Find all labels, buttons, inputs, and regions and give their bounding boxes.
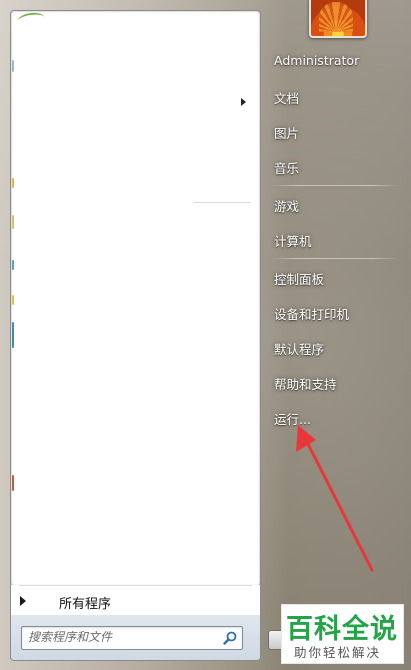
watermark-logo: 百科全说 助你轻松解决 [281,604,404,664]
menu-item-help-support[interactable]: 帮助和支持 [274,374,337,393]
menu-item-run[interactable]: 运行... [274,409,311,428]
user-name-item[interactable]: Administrator [274,53,359,68]
submenu-arrow-icon[interactable] [241,98,246,106]
menu-item-control-panel[interactable]: 控制面板 [274,269,324,288]
all-programs-arrow-icon [20,596,26,606]
search-box[interactable] [21,626,243,650]
program-icon-edge [12,215,14,229]
all-programs-row[interactable]: 所有程序 [10,585,261,615]
right-menu-separator [270,258,398,259]
menu-item-pictures[interactable]: 图片 [274,123,299,142]
all-programs-separator [19,585,252,586]
watermark-title: 百科全说 [286,614,398,645]
program-icon-edge [12,295,14,305]
flower-image [319,2,353,32]
menu-item-computer[interactable]: 计算机 [274,231,312,250]
watermark-subtitle: 助你轻松解决 [294,645,382,660]
program-icon-edge [12,322,14,348]
right-menu-separator [270,185,398,186]
menu-item-default-programs[interactable]: 默认程序 [274,339,324,358]
user-picture[interactable] [309,0,367,38]
program-icon-edge [12,178,14,188]
program-icon-edge [12,260,14,270]
search-input[interactable] [28,629,214,645]
menu-item-documents[interactable]: 文档 [274,88,299,107]
program-list-separator [193,202,251,203]
program-list-panel[interactable] [10,10,261,587]
program-icon-edge [12,475,14,491]
menu-item-devices-printers[interactable]: 设备和打印机 [274,304,349,323]
menu-item-music[interactable]: 音乐 [274,158,299,177]
all-programs-label: 所有程序 [59,597,112,612]
program-icon-edge [12,60,14,72]
search-icon[interactable] [222,630,238,646]
menu-item-games[interactable]: 游戏 [274,196,299,215]
